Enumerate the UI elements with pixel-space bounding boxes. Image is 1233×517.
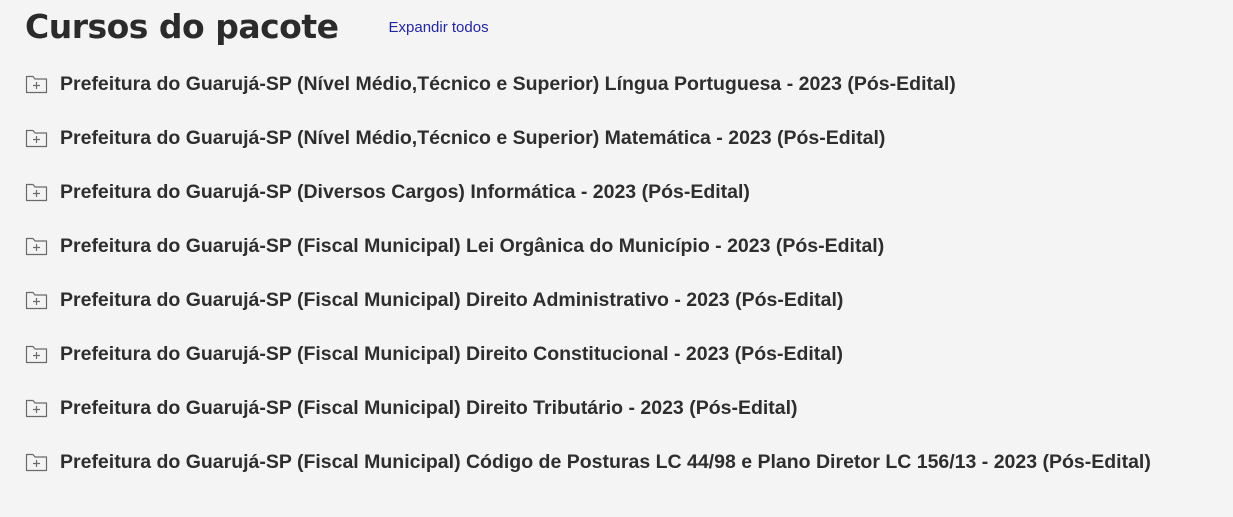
course-label: Prefeitura do Guarujá-SP (Fiscal Municip… (60, 342, 844, 365)
folder-plus-icon (25, 291, 48, 310)
course-item[interactable]: Prefeitura do Guarujá-SP (Fiscal Municip… (25, 229, 1151, 263)
course-label: Prefeitura do Guarujá-SP (Nível Médio,Té… (60, 126, 886, 149)
folder-plus-icon (25, 183, 48, 202)
course-list: Prefeitura do Guarujá-SP (Nível Médio,Té… (25, 67, 1151, 499)
course-label: Prefeitura do Guarujá-SP (Fiscal Municip… (60, 288, 844, 311)
course-item[interactable]: Prefeitura do Guarujá-SP (Fiscal Municip… (25, 391, 1151, 425)
folder-plus-icon (25, 345, 48, 364)
course-item[interactable]: Prefeitura do Guarujá-SP (Nível Médio,Té… (25, 67, 1151, 101)
course-item[interactable]: Prefeitura do Guarujá-SP (Fiscal Municip… (25, 283, 1151, 317)
folder-plus-icon (25, 129, 48, 148)
course-item[interactable]: Prefeitura do Guarujá-SP (Fiscal Municip… (25, 337, 1151, 371)
expand-all-link[interactable]: Expandir todos (389, 19, 489, 36)
course-label: Prefeitura do Guarujá-SP (Diversos Cargo… (60, 180, 750, 203)
folder-plus-icon (25, 399, 48, 418)
page-title: Cursos do pacote (25, 6, 339, 46)
folder-plus-icon (25, 75, 48, 94)
course-label: Prefeitura do Guarujá-SP (Fiscal Municip… (60, 234, 885, 257)
course-package-page: Cursos do pacote Expandir todos Prefeitu… (0, 0, 1233, 517)
course-label: Prefeitura do Guarujá-SP (Fiscal Municip… (60, 396, 798, 419)
course-label: Prefeitura do Guarujá-SP (Fiscal Municip… (60, 450, 1151, 473)
course-item[interactable]: Prefeitura do Guarujá-SP (Nível Médio,Té… (25, 121, 1151, 155)
folder-plus-icon (25, 453, 48, 472)
folder-plus-icon (25, 237, 48, 256)
course-label: Prefeitura do Guarujá-SP (Nível Médio,Té… (60, 72, 956, 95)
course-item[interactable]: Prefeitura do Guarujá-SP (Fiscal Municip… (25, 445, 1151, 479)
course-item[interactable]: Prefeitura do Guarujá-SP (Diversos Cargo… (25, 175, 1151, 209)
page-header: Cursos do pacote Expandir todos (25, 2, 489, 50)
